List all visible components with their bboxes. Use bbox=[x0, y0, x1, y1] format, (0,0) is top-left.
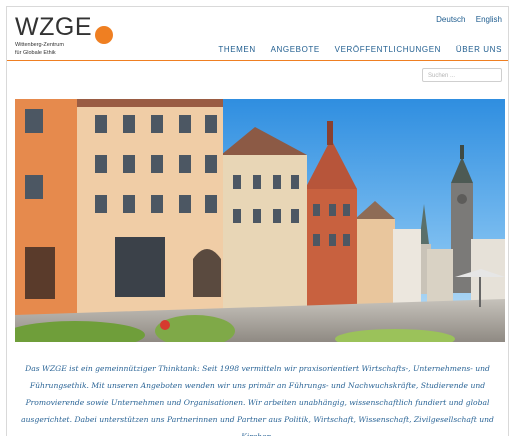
logo-dot-icon bbox=[95, 26, 113, 44]
header-divider bbox=[7, 60, 508, 61]
lang-english-link[interactable]: English bbox=[476, 15, 502, 24]
search-input[interactable]: Suchen ... bbox=[422, 68, 502, 82]
nav-item-veroeffentlichungen[interactable]: VERÖFFENTLICHUNGEN bbox=[335, 45, 441, 54]
logo-subtitle-line2: für Globale Ethik bbox=[15, 50, 56, 56]
main-nav: THEMEN ANGEBOTE VERÖFFENTLICHUNGEN ÜBER … bbox=[206, 45, 502, 54]
language-switcher: Deutsch English bbox=[428, 15, 502, 24]
nav-item-ueber-uns[interactable]: ÜBER UNS bbox=[456, 45, 502, 54]
lang-deutsch-link[interactable]: Deutsch bbox=[436, 15, 465, 24]
nav-item-themen[interactable]: THEMEN bbox=[218, 45, 255, 54]
hero-town-square-image bbox=[15, 99, 505, 342]
page-frame: WZGE Wittenberg-Zentrum für Globale Ethi… bbox=[6, 6, 509, 436]
logo-subtitle-line1: Wittenberg-Zentrum bbox=[15, 42, 64, 48]
hero-image bbox=[15, 99, 505, 342]
logo-wordmark: WZGE bbox=[15, 13, 92, 41]
nav-item-angebote[interactable]: ANGEBOTE bbox=[271, 45, 320, 54]
intro-paragraph: Das WZGE ist ein gemeinnütziger Thinktan… bbox=[21, 364, 494, 436]
site-logo[interactable]: WZGE Wittenberg-Zentrum für Globale Ethi… bbox=[15, 13, 113, 57]
